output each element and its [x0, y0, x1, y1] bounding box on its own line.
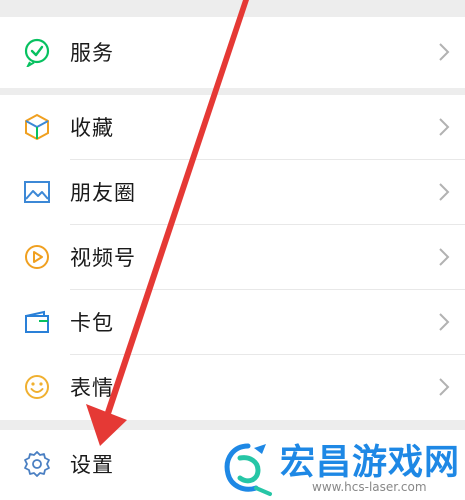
menu-item-label: 卡包	[70, 311, 114, 335]
chevron-right-icon	[437, 311, 451, 333]
menu-item-label: 朋友圈	[70, 181, 136, 205]
menu-item-label: 视频号	[70, 246, 136, 270]
section-gap	[0, 88, 465, 95]
chevron-right-icon	[437, 181, 451, 203]
chevron-right-icon	[437, 41, 451, 63]
menu-group-services: 服务	[0, 17, 465, 88]
menu-group-main: 收藏 朋友圈 视频号 卡包 表情	[0, 95, 465, 420]
menu-item-label: 服务	[70, 41, 114, 65]
watermark-logo-icon	[224, 443, 272, 496]
menu-item-card-wallet[interactable]: 卡包	[0, 290, 465, 354]
menu-item-favorites[interactable]: 收藏	[0, 95, 465, 159]
menu-item-moments[interactable]: 朋友圈	[0, 160, 465, 224]
menu-item-channels[interactable]: 视频号	[0, 225, 465, 289]
chevron-right-icon	[437, 246, 451, 268]
favorites-cube-icon	[22, 112, 52, 142]
watermark: 宏昌游戏网 www.hcs-laser.com	[214, 432, 465, 500]
moments-image-icon	[22, 177, 52, 207]
watermark-title: 宏昌游戏网	[280, 443, 461, 483]
menu-item-emoji[interactable]: 表情	[0, 355, 465, 419]
section-gap	[0, 420, 465, 430]
emoji-face-icon	[22, 372, 52, 402]
menu-item-service[interactable]: 服务	[0, 20, 465, 84]
gear-icon	[22, 449, 52, 479]
card-wallet-icon	[22, 307, 52, 337]
service-icon	[22, 37, 52, 67]
watermark-url: www.hcs-laser.com	[312, 480, 427, 494]
top-gap	[0, 0, 465, 17]
channels-play-icon	[22, 242, 52, 272]
chevron-right-icon	[437, 376, 451, 398]
menu-item-label: 表情	[70, 376, 114, 400]
chevron-right-icon	[437, 116, 451, 138]
menu-item-label: 收藏	[70, 116, 114, 140]
menu-item-label: 设置	[70, 453, 114, 477]
